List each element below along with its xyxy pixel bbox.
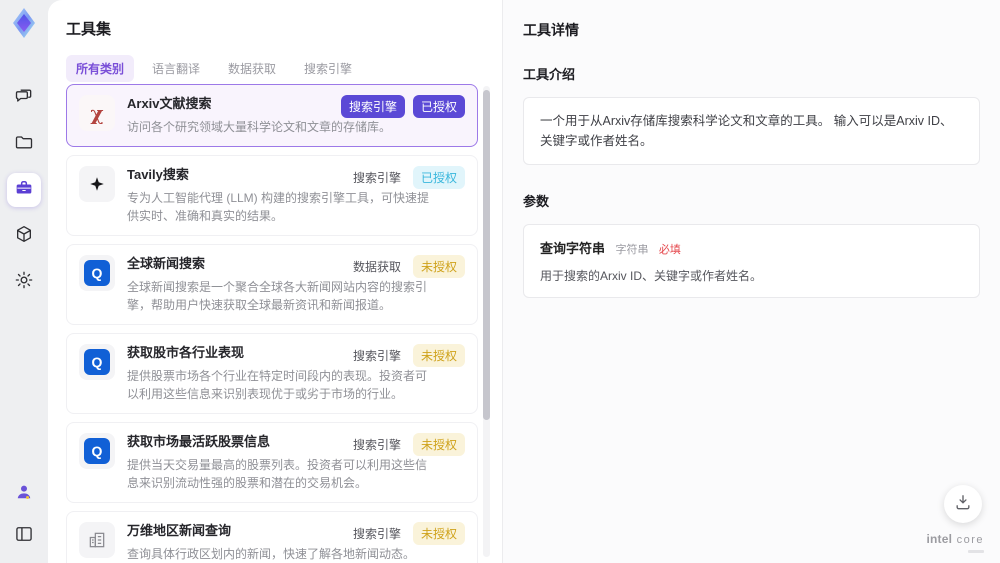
parameter-type: 字符串 — [615, 244, 649, 256]
category-badge: 搜索引擎 — [352, 527, 401, 541]
tool-card[interactable]: Q 获取市场最活跃股票信息 搜索引擎 未授权 提供当天交易量最高的股票列表。投资… — [66, 422, 478, 503]
tool-name: 万维地区新闻查询 — [127, 523, 232, 538]
news-search-icon: Q — [84, 349, 110, 375]
tool-name: 获取市场最活跃股票信息 — [127, 434, 271, 449]
tool-intro-text: 一个用于从Arxiv存储库搜索科学论文和文章的工具。 输入可以是Arxiv ID… — [523, 97, 980, 165]
building-news-icon — [89, 532, 105, 548]
app-logo — [7, 6, 41, 45]
cube-icon — [14, 224, 34, 249]
arxiv-icon: χ — [90, 101, 104, 125]
list-scrollbar[interactable] — [483, 86, 490, 557]
category-tab[interactable]: 语言翻译 — [142, 55, 210, 82]
auth-status-badge: 未授权 — [412, 433, 465, 456]
tool-card[interactable]: Q 获取股市各行业表现 搜索引擎 未授权 提供股票市场各个行业在特定时间段内的表… — [66, 333, 478, 414]
parameter-name: 查询字符串 — [540, 241, 606, 256]
category-tab[interactable]: 搜索引擎 — [294, 55, 362, 82]
tool-icon: Q — [79, 433, 115, 469]
category-tabs: 所有类别 语言翻译 数据获取 搜索引擎 — [66, 55, 502, 82]
folder-icon — [14, 132, 34, 157]
tool-description: 提供当天交易量最高的股票列表。投资者可以利用这些信息来识别流动性强的股票和潜在的… — [127, 458, 428, 490]
parameter-card: 查询字符串 字符串 必填 用于搜索的Arxiv ID、关键字或作者姓名。 — [523, 224, 980, 298]
tool-list-pane: 工具集 所有类别 语言翻译 数据获取 搜索引擎 χ Arxiv文献搜索 搜索引擎 已授… — [48, 0, 502, 563]
tool-icon — [79, 522, 115, 558]
sidebar-item-account[interactable] — [7, 477, 41, 511]
tool-icon: Q — [79, 255, 115, 291]
detail-title: 工具详情 — [523, 22, 579, 38]
logo-underline — [968, 550, 984, 553]
parameter-header: 查询字符串 字符串 必填 — [540, 238, 963, 258]
tool-card[interactable]: 万维地区新闻查询 搜索引擎 未授权 查询具体行政区划内的新闻，快速了解各地新闻动… — [66, 511, 478, 563]
core-brand-text: core — [956, 534, 984, 546]
user-icon — [14, 482, 34, 507]
params-heading: 参数 — [523, 194, 550, 209]
category-badge: 搜索引擎 — [340, 95, 405, 118]
sidebar-item-chat[interactable] — [7, 81, 41, 115]
category-badge: 搜索引擎 — [352, 438, 401, 452]
tool-description: 提供股票市场各个行业在特定时间段内的表现。投资者可以利用这些信息来识别表现优于或… — [127, 369, 428, 401]
tool-description: 全球新闻搜索是一个聚合全球各大新闻网站内容的搜索引擎，帮助用户快速获取全球最新资… — [127, 280, 428, 312]
download-button[interactable] — [944, 485, 982, 523]
news-search-icon: Q — [84, 438, 110, 464]
tool-name: Arxiv文献搜索 — [127, 96, 212, 111]
category-tab[interactable]: 数据获取 — [218, 55, 286, 82]
settings-icon — [14, 270, 34, 295]
parameter-required-badge: 必填 — [658, 244, 681, 256]
sidebar-item-files[interactable] — [7, 127, 41, 161]
category-badge: 搜索引擎 — [352, 349, 401, 363]
sidebar-item-collapse[interactable] — [7, 519, 41, 553]
page-title: 工具集 — [66, 21, 112, 38]
sidebar-item-toolbox[interactable] — [7, 173, 41, 207]
panel-toggle-icon — [14, 524, 34, 549]
auth-status-badge: 已授权 — [412, 95, 465, 118]
tool-icon: Q — [79, 344, 115, 380]
parameter-description: 用于搜索的Arxiv ID、关键字或作者姓名。 — [540, 269, 763, 283]
intro-heading: 工具介绍 — [523, 67, 576, 82]
tool-name: 获取股市各行业表现 — [127, 345, 245, 360]
tool-icon: χ — [79, 95, 115, 131]
tool-detail-pane: 工具详情 工具介绍 一个用于从Arxiv存储库搜索科学论文和文章的工具。 输入可… — [502, 0, 1000, 563]
scrollbar-thumb[interactable] — [483, 90, 490, 420]
category-tab[interactable]: 所有类别 — [66, 55, 135, 82]
category-badge: 数据获取 — [352, 260, 401, 274]
sidebar-item-settings[interactable] — [7, 265, 41, 299]
auth-status-badge: 未授权 — [412, 344, 465, 367]
app-window: 工具集 所有类别 语言翻译 数据获取 搜索引擎 χ Arxiv文献搜索 搜索引擎 已授… — [0, 0, 1000, 563]
tool-name: Tavily搜索 — [127, 167, 189, 182]
auth-status-badge: 已授权 — [412, 166, 465, 189]
tool-description: 访问各个研究领域大量科学论文和文章的存储库。 — [127, 120, 392, 134]
icon-rail — [0, 0, 48, 563]
intel-core-logo: intel core — [926, 530, 984, 553]
news-search-icon: Q — [84, 260, 110, 286]
tool-card[interactable]: Q 全球新闻搜索 数据获取 未授权 全球新闻搜索是一个聚合全球各大新闻网站内容的… — [66, 244, 478, 325]
auth-status-badge: 未授权 — [412, 522, 465, 545]
tool-name: 全球新闻搜索 — [127, 256, 206, 271]
tool-card[interactable]: χ Arxiv文献搜索 搜索引擎 已授权 访问各个研究领域大量科学论文和文章的存… — [66, 84, 478, 147]
sidebar-item-packages[interactable] — [7, 219, 41, 253]
tool-description: 查询具体行政区划内的新闻，快速了解各地新闻动态。 — [127, 547, 416, 561]
tool-list: χ Arxiv文献搜索 搜索引擎 已授权 访问各个研究领域大量科学论文和文章的存… — [66, 84, 478, 563]
category-badge: 搜索引擎 — [352, 171, 401, 185]
chat-icon — [14, 86, 34, 111]
download-icon — [953, 492, 973, 517]
tool-card[interactable]: Tavily搜索 搜索引擎 已授权 专为人工智能代理 (LLM) 构建的搜索引擎… — [66, 155, 478, 236]
intel-brand-text: intel — [926, 532, 953, 546]
tavily-star-icon — [90, 177, 104, 191]
auth-status-badge: 未授权 — [412, 255, 465, 278]
tool-description: 专为人工智能代理 (LLM) 构建的搜索引擎工具，可快速提供实时、准确和真实的结… — [127, 191, 430, 223]
tool-icon — [79, 166, 115, 202]
toolbox-icon — [14, 178, 34, 203]
